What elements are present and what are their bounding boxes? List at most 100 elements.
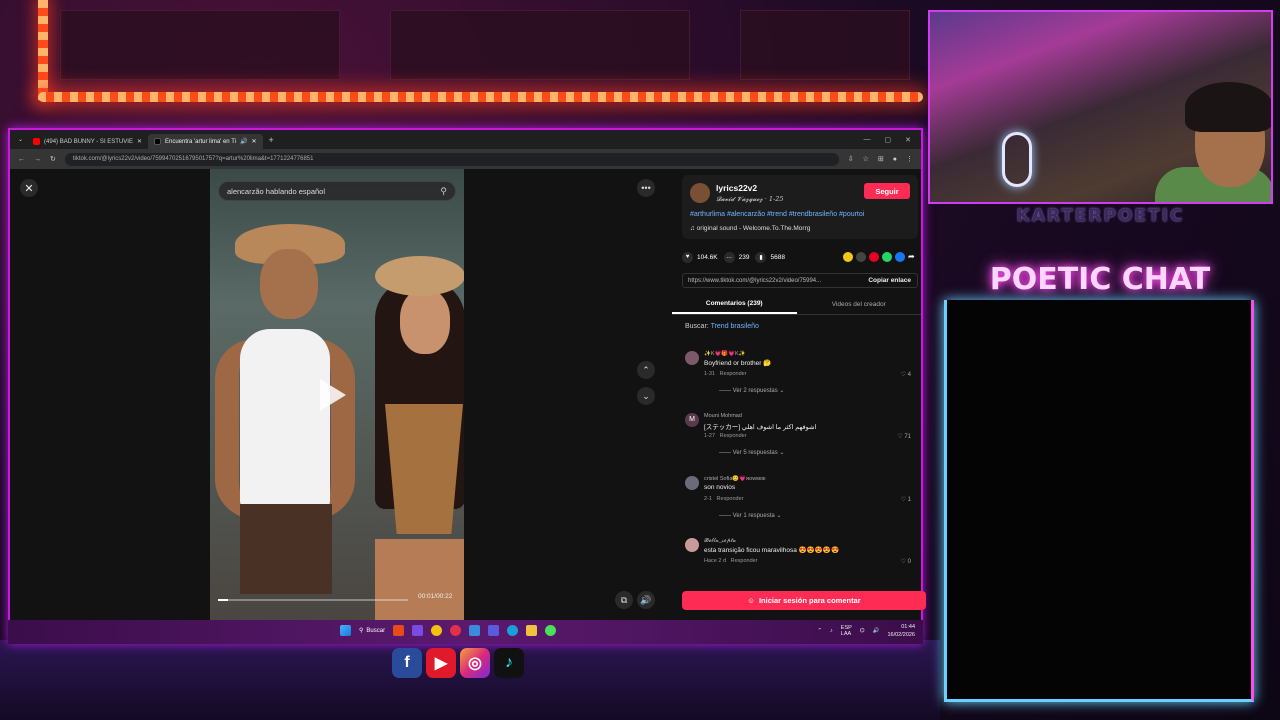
play-icon[interactable] bbox=[320, 379, 346, 411]
previous-video-button[interactable]: ⌃ bbox=[637, 361, 655, 379]
view-replies-button[interactable]: —— Ver 1 respuesta ⌄ bbox=[719, 512, 781, 519]
comment-user[interactable]: ✨K💗🎁💗K✨ bbox=[704, 351, 746, 357]
forward-icon[interactable]: → bbox=[34, 156, 41, 163]
tab-comments[interactable]: Comentarios (239) bbox=[672, 295, 797, 314]
follow-button[interactable]: Seguir bbox=[864, 183, 910, 199]
avatar[interactable] bbox=[690, 183, 710, 203]
view-replies-button[interactable]: —— Ver 5 respuestas ⌄ bbox=[719, 449, 784, 456]
comment-user[interactable]: cristel Sofia😊💗ɴᴏᴡᴍᴏᴇ bbox=[704, 476, 766, 482]
video-link[interactable]: https://www.tiktok.com/@lyrics22v2/video… bbox=[688, 278, 821, 284]
tab-youtube[interactable]: (494) BAD BUNNY - SI ESTUVIE ✕ bbox=[27, 134, 148, 149]
chrome-icon[interactable] bbox=[431, 625, 443, 636]
folder-icon[interactable] bbox=[526, 625, 538, 636]
share-arrow-icon[interactable]: ➦ bbox=[908, 252, 918, 262]
taskbar-search-button[interactable]: ⚲ Buscar bbox=[359, 627, 385, 635]
comment-likes[interactable]: ♡ 4 bbox=[901, 371, 911, 378]
progress-fill bbox=[218, 599, 228, 601]
like-stat[interactable]: ♥ 104.6K bbox=[682, 251, 718, 263]
next-video-button[interactable]: ⌄ bbox=[637, 387, 655, 405]
reply-button[interactable]: Responder bbox=[720, 433, 747, 439]
mini-player-button[interactable]: ⧉ bbox=[615, 591, 633, 609]
network-icon[interactable]: ⌬ bbox=[860, 628, 865, 634]
video-progress-bar[interactable] bbox=[218, 599, 408, 601]
chrome-icon[interactable] bbox=[545, 625, 557, 636]
reply-button[interactable]: Responder bbox=[717, 496, 744, 502]
view-replies-button[interactable]: —— Ver 2 respuestas ⌄ bbox=[719, 387, 784, 394]
windows-start-icon[interactable] bbox=[340, 625, 351, 636]
whatsapp-icon[interactable] bbox=[882, 252, 892, 262]
avatar[interactable] bbox=[685, 351, 699, 365]
facebook-icon[interactable] bbox=[895, 252, 905, 262]
tab-search-icon[interactable]: ⌄ bbox=[14, 136, 27, 143]
login-to-comment-button[interactable]: ☺ Iniciar sesión para comentar bbox=[682, 591, 926, 610]
mic-icon[interactable]: ♪ bbox=[830, 628, 833, 634]
reload-icon[interactable]: ↻ bbox=[50, 155, 56, 163]
more-options-button[interactable]: ••• bbox=[637, 179, 655, 197]
clock[interactable]: 01:44 16/02/2026 bbox=[887, 623, 915, 639]
address-bar[interactable]: tiktok.com/@lyrics22v2/video/75994702516… bbox=[64, 152, 839, 166]
comment-user[interactable]: Mouni Mohmad bbox=[704, 413, 742, 419]
tab-creator-videos[interactable]: Videos del creador bbox=[797, 295, 922, 314]
profile-icon[interactable]: ● bbox=[893, 156, 897, 163]
avatar[interactable]: M bbox=[685, 413, 699, 427]
video-player[interactable] bbox=[210, 169, 464, 622]
comment-likes[interactable]: ♡ 1 bbox=[901, 496, 911, 503]
new-tab-button[interactable]: + bbox=[263, 135, 280, 145]
comment-likes[interactable]: ♡ 71 bbox=[897, 433, 911, 440]
comment-meta: 1-31 Responder bbox=[704, 371, 747, 377]
copy-link-button[interactable]: Copiar enlace bbox=[862, 277, 917, 284]
store-icon[interactable] bbox=[488, 625, 500, 636]
video-search-input[interactable]: alencarzão hablando español ⚲ bbox=[218, 181, 456, 201]
speaker-icon[interactable]: 🔊 bbox=[240, 138, 247, 145]
comment-date: Hace 2 d bbox=[704, 558, 727, 564]
search-icon[interactable]: ⚲ bbox=[440, 186, 447, 197]
comment-stat[interactable]: … 239 bbox=[723, 251, 749, 263]
video-figure bbox=[385, 404, 463, 534]
avatar[interactable] bbox=[685, 538, 699, 552]
like-count: 1 bbox=[907, 497, 911, 503]
install-icon[interactable]: ⇩ bbox=[848, 155, 854, 163]
comment-text: Boyfriend or brother 🤔 bbox=[704, 360, 772, 367]
app-icon[interactable] bbox=[393, 625, 405, 636]
sound-link[interactable]: ♫ original sound - Welcome.To.The.Morrg bbox=[690, 225, 810, 232]
embed-icon[interactable] bbox=[856, 252, 866, 262]
pinterest-icon[interactable] bbox=[869, 252, 879, 262]
chevron-up-icon[interactable]: ⌃ bbox=[817, 628, 822, 634]
hashtags[interactable]: #arthurlima #alencarzão #trend #trendbra… bbox=[690, 211, 864, 218]
minimize-button[interactable]: — bbox=[864, 136, 871, 144]
save-stat[interactable]: ▮ 5688 bbox=[755, 251, 785, 263]
comment-likes[interactable]: ♡ 0 bbox=[901, 558, 911, 565]
app-icon[interactable] bbox=[412, 625, 424, 636]
app-icon[interactable] bbox=[469, 625, 481, 636]
extensions-icon[interactable]: ⊞ bbox=[878, 155, 884, 163]
app-icon[interactable] bbox=[450, 625, 462, 636]
avatar[interactable] bbox=[685, 476, 699, 490]
username[interactable]: lyrics22v2 bbox=[716, 183, 757, 193]
video-figure bbox=[240, 504, 332, 594]
back-icon[interactable]: ← bbox=[18, 156, 25, 163]
replies-label: Ver 5 respuestas ⌄ bbox=[732, 450, 785, 456]
streamer-name: KARTERPOETIC bbox=[1016, 206, 1185, 226]
facebook-icon: f bbox=[392, 648, 422, 678]
language-indicator[interactable]: ESP LAA bbox=[841, 625, 852, 637]
reply-button[interactable]: Responder bbox=[720, 371, 747, 377]
maximize-button[interactable]: ▢ bbox=[885, 136, 892, 144]
volume-icon[interactable]: 🔊 bbox=[873, 628, 880, 634]
search-text: alencarzão hablando español bbox=[227, 186, 325, 196]
video-figure bbox=[260, 249, 318, 319]
tab-tiktok[interactable]: Encuentra 'artur lima' en Ti 🔊 ✕ bbox=[147, 134, 263, 149]
search-suggestion[interactable]: Buscar: Trend brasileño bbox=[685, 323, 759, 330]
window-controls: — ▢ ✕ bbox=[864, 136, 922, 144]
close-window-button[interactable]: ✕ bbox=[905, 136, 911, 144]
close-video-button[interactable]: ✕ bbox=[20, 179, 38, 197]
volume-button[interactable]: 🔊 bbox=[637, 591, 655, 609]
comment-user[interactable]: 𝓑𝓮𝓵𝓵𝓪_𝓼𝓮𝓹𝓽𝓪 bbox=[704, 538, 736, 545]
more-icon: ••• bbox=[641, 183, 651, 193]
reply-button[interactable]: Responder bbox=[731, 558, 758, 564]
close-icon[interactable]: ✕ bbox=[137, 138, 142, 145]
close-icon[interactable]: ✕ bbox=[251, 138, 256, 145]
star-icon[interactable]: ☆ bbox=[863, 155, 869, 163]
menu-icon[interactable]: ⋮ bbox=[906, 155, 913, 163]
edge-icon[interactable] bbox=[507, 625, 519, 636]
emoji-share-icon[interactable] bbox=[843, 252, 853, 262]
